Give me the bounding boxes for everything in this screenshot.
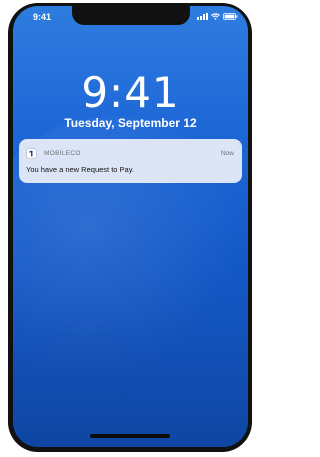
notification-header: MOBILECO Now [26,147,234,159]
lock-screen-time: 9:41 [81,68,180,117]
signal-icon [197,13,208,20]
notification-message: You have a new Request to Pay. [26,165,134,174]
battery-icon [223,13,238,20]
mobileco-logo-icon [26,147,37,159]
home-indicator[interactable] [90,434,170,438]
phone-frame: 9:41 9:41 Tuesday, September 12 MOBILECO… [8,3,252,452]
notch [72,6,190,25]
wifi-icon [211,13,220,20]
status-bar: 9:41 [13,6,248,30]
lock-screen: 9:41 9:41 Tuesday, September 12 MOBILECO… [13,6,248,447]
lock-screen-date: Tuesday, September 12 [64,116,197,130]
notification-time: Now [220,149,234,157]
status-bar-time: 9:41 [33,12,52,22]
status-icons [197,13,238,20]
notification-card[interactable]: MOBILECO Now You have a new Request to P… [19,139,242,183]
notification-app-name: MOBILECO [44,149,81,157]
